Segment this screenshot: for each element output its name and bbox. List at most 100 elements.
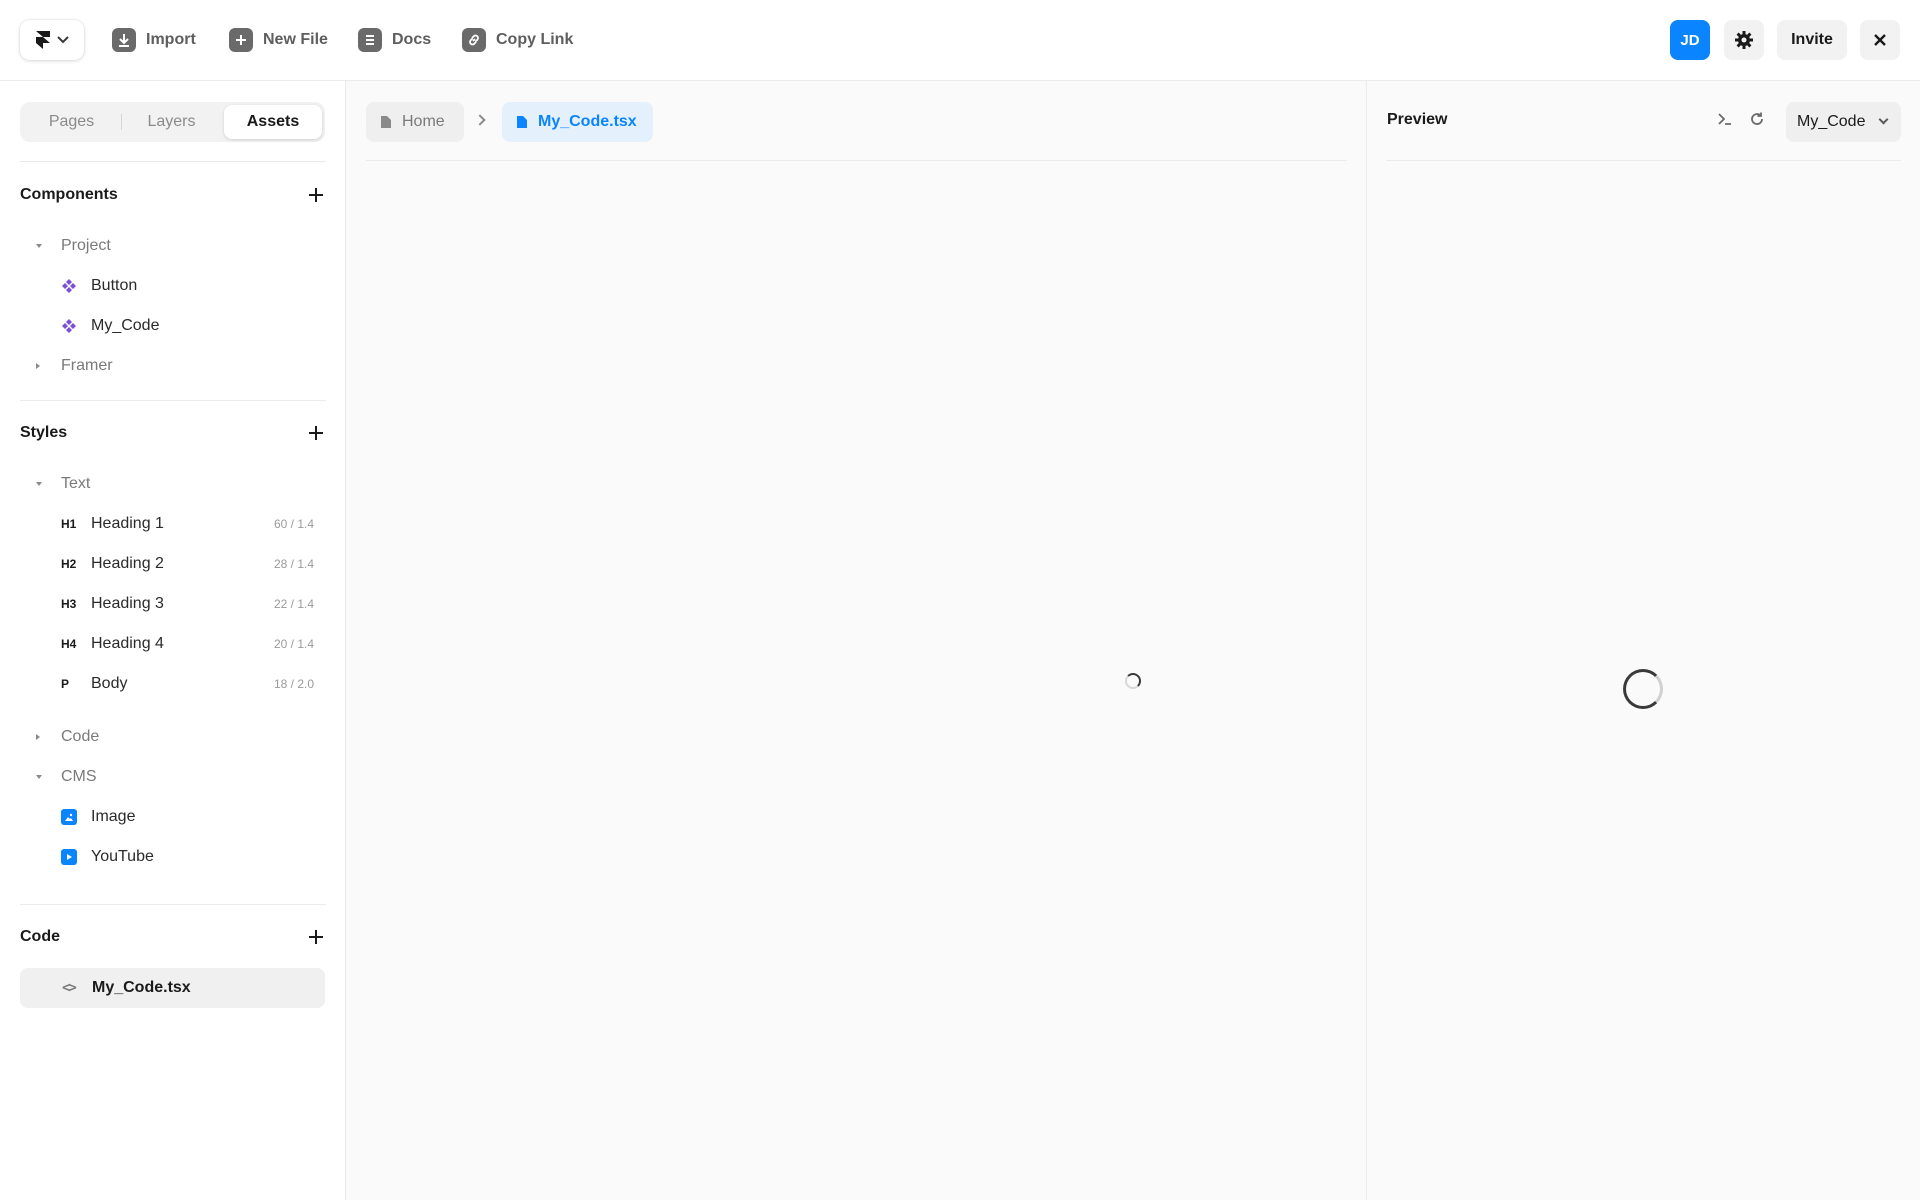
add-style-icon[interactable] bbox=[308, 425, 324, 441]
folder-framer[interactable]: Framer bbox=[20, 350, 326, 382]
style-meta: 20 / 1.4 bbox=[273, 637, 314, 651]
cms-item-image[interactable]: Image bbox=[20, 801, 326, 833]
cms-item-youtube[interactable]: YouTube bbox=[20, 841, 326, 873]
reload-icon[interactable] bbox=[1749, 111, 1769, 131]
component-label: Button bbox=[91, 277, 138, 294]
style-label: Body bbox=[91, 675, 128, 692]
text-style-heading-1[interactable]: H1 Heading 1 60 / 1.4 bbox=[20, 508, 326, 540]
chevron-down-icon bbox=[1878, 114, 1889, 125]
import-button[interactable]: Import bbox=[112, 24, 196, 56]
folder-label: CMS bbox=[61, 768, 97, 785]
text-style-heading-3[interactable]: H3 Heading 3 22 / 1.4 bbox=[20, 588, 326, 620]
copy-link-button[interactable]: Copy Link bbox=[462, 24, 573, 56]
breadcrumb-home[interactable]: Home bbox=[366, 102, 464, 142]
style-tag: H4 bbox=[61, 637, 77, 651]
file-icon bbox=[381, 116, 391, 128]
framer-logo-icon bbox=[36, 31, 50, 49]
docs-button[interactable]: Docs bbox=[358, 24, 431, 56]
folder-project[interactable]: Project bbox=[20, 230, 326, 262]
section-divider bbox=[20, 161, 326, 162]
link-icon bbox=[462, 28, 486, 52]
caret-down-icon bbox=[36, 482, 42, 486]
preview-loading-spinner-icon bbox=[1623, 669, 1663, 709]
code-editor[interactable]: Home My_Code.tsx bbox=[347, 81, 1366, 1200]
preview-divider bbox=[1386, 160, 1901, 161]
style-tag: H3 bbox=[61, 597, 77, 611]
preview-title: Preview bbox=[1387, 111, 1448, 128]
new-file-label: New File bbox=[263, 31, 328, 48]
styles-title: Styles bbox=[20, 424, 68, 441]
code-title: Code bbox=[20, 928, 60, 945]
style-label: Heading 3 bbox=[91, 595, 164, 612]
code-file-item[interactable]: <> My_Code.tsx bbox=[20, 968, 325, 1008]
style-meta: 18 / 2.0 bbox=[273, 677, 314, 691]
avatar[interactable]: JD bbox=[1670, 20, 1710, 60]
assets-sidebar: Pages Layers Assets Components Project B… bbox=[0, 81, 346, 1200]
tab-layers[interactable]: Layers bbox=[122, 105, 221, 139]
docs-label: Docs bbox=[392, 31, 432, 48]
text-style-body[interactable]: P Body 18 / 2.0 bbox=[20, 668, 326, 700]
section-divider bbox=[20, 400, 326, 401]
editor-divider bbox=[366, 160, 1347, 161]
component-item-my-code[interactable]: My_Code bbox=[20, 310, 326, 342]
cms-label: Image bbox=[91, 808, 136, 825]
style-label: Heading 1 bbox=[91, 515, 164, 532]
close-button[interactable] bbox=[1860, 20, 1900, 60]
new-file-button[interactable]: New File bbox=[229, 24, 328, 56]
gear-icon bbox=[1735, 31, 1753, 49]
breadcrumb-home-label: Home bbox=[402, 113, 445, 130]
folder-label: Framer bbox=[61, 357, 113, 374]
section-divider bbox=[20, 904, 326, 905]
terminal-icon[interactable] bbox=[1717, 111, 1737, 131]
editor-loading-spinner-icon bbox=[1125, 673, 1141, 689]
caret-down-icon bbox=[36, 775, 42, 779]
play-icon bbox=[61, 849, 77, 865]
top-toolbar: Import New File Docs Copy Link JD Invite bbox=[0, 0, 1920, 81]
component-item-button[interactable]: Button bbox=[20, 270, 326, 302]
style-tag: H2 bbox=[61, 557, 77, 571]
settings-button[interactable] bbox=[1724, 20, 1764, 60]
style-meta: 22 / 1.4 bbox=[273, 597, 314, 611]
style-tag: P bbox=[61, 677, 70, 691]
file-icon bbox=[517, 116, 527, 128]
code-file-label: My_Code.tsx bbox=[92, 979, 191, 996]
text-style-heading-2[interactable]: H2 Heading 2 28 / 1.4 bbox=[20, 548, 326, 580]
copy-link-label: Copy Link bbox=[496, 31, 574, 48]
style-meta: 28 / 1.4 bbox=[273, 557, 314, 571]
caret-down-icon bbox=[36, 244, 42, 248]
folder-label: Project bbox=[61, 237, 111, 254]
folder-label: Text bbox=[61, 475, 91, 492]
plus-icon bbox=[229, 28, 253, 52]
code-brackets-icon: <> bbox=[62, 980, 77, 996]
folder-text[interactable]: Text bbox=[20, 468, 326, 500]
breadcrumb-chevron-icon bbox=[474, 114, 486, 126]
breadcrumb-file[interactable]: My_Code.tsx bbox=[502, 102, 653, 142]
style-tag: H1 bbox=[61, 517, 77, 531]
add-component-icon[interactable] bbox=[308, 187, 324, 203]
add-code-file-icon[interactable] bbox=[308, 929, 324, 945]
tab-assets[interactable]: Assets bbox=[224, 105, 322, 139]
breadcrumb-file-label: My_Code.tsx bbox=[538, 113, 637, 130]
chevron-down-icon bbox=[57, 36, 69, 44]
image-icon bbox=[61, 809, 77, 825]
caret-right-icon bbox=[36, 363, 40, 369]
folder-code-styles[interactable]: Code bbox=[20, 721, 326, 753]
folder-cms[interactable]: CMS bbox=[20, 761, 326, 793]
sidebar-tabs: Pages Layers Assets bbox=[20, 102, 325, 142]
invite-button[interactable]: Invite bbox=[1777, 20, 1847, 60]
text-style-heading-4[interactable]: H4 Heading 4 20 / 1.4 bbox=[20, 628, 326, 660]
import-label: Import bbox=[146, 31, 196, 48]
components-title: Components bbox=[20, 186, 118, 203]
preview-panel: Preview My_Code bbox=[1366, 81, 1920, 1200]
tab-pages[interactable]: Pages bbox=[23, 105, 120, 139]
style-label: Heading 4 bbox=[91, 635, 164, 652]
framer-menu-button[interactable] bbox=[20, 20, 84, 60]
folder-label: Code bbox=[61, 728, 100, 745]
close-icon bbox=[1874, 34, 1886, 46]
style-label: Heading 2 bbox=[91, 555, 164, 572]
component-icon bbox=[62, 279, 76, 293]
preview-component-select[interactable]: My_Code bbox=[1786, 102, 1901, 142]
import-icon bbox=[112, 28, 136, 52]
cms-label: YouTube bbox=[91, 848, 154, 865]
docs-icon bbox=[358, 28, 382, 52]
